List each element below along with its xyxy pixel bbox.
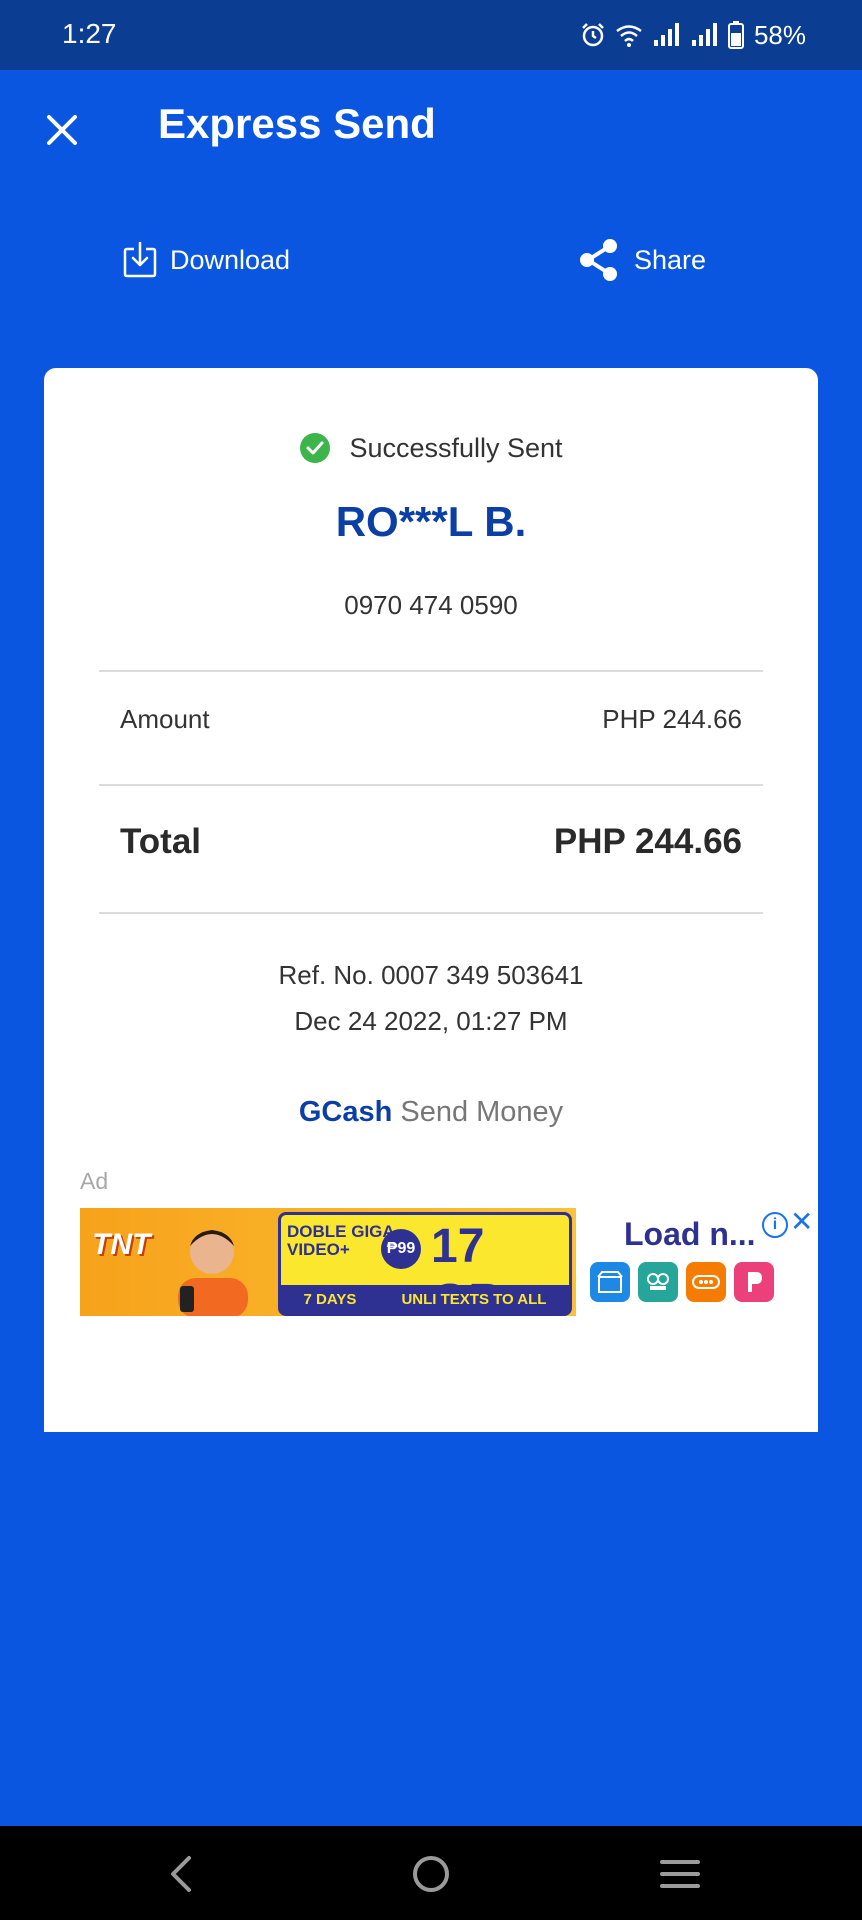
- share-button[interactable]: Share: [576, 232, 706, 288]
- ad-side-title: Load n...: [624, 1216, 756, 1252]
- share-icon: [580, 239, 617, 281]
- check-circle-icon: [300, 433, 331, 463]
- recipient-name: RO***L B.: [335, 498, 527, 545]
- app-icon: [734, 1262, 774, 1302]
- total-label: Total: [120, 822, 202, 861]
- battery-icon: [727, 21, 744, 49]
- menu-icon: [660, 1860, 700, 1888]
- divider: [99, 784, 763, 786]
- status-icons: 58%: [580, 16, 806, 54]
- receipt-actions: Download Share: [0, 232, 862, 288]
- close-icon: [47, 115, 77, 145]
- battery-percentage: 58%: [753, 19, 806, 50]
- total-row: Total PHP 244.66: [120, 822, 742, 862]
- share-label: Share: [634, 244, 707, 275]
- send-money-label: Send Money: [400, 1096, 564, 1128]
- signal-icon: [653, 23, 679, 46]
- ad-brand-logo: TNT: [92, 1228, 151, 1261]
- app-header: Express Send: [0, 70, 862, 190]
- brand-line: GCash Send Money: [44, 1096, 818, 1129]
- total-value: PHP 244.66: [553, 822, 742, 861]
- home-icon: [413, 1856, 449, 1892]
- success-status: Successfully Sent: [44, 432, 818, 464]
- wifi-icon: [616, 25, 642, 47]
- ad-headline: DOBLE GIGA VIDEO+: [287, 1222, 395, 1259]
- receipt-zigzag-edge: [44, 1420, 818, 1432]
- ad-promo-box: DOBLE GIGA VIDEO+ ₱99 17 GB 7 DAYS UNLI …: [278, 1212, 572, 1316]
- signal-icon: [691, 23, 717, 46]
- ad-info-icon[interactable]: i: [762, 1212, 788, 1238]
- ad-banner[interactable]: TNT DOBLE GIGA VIDEO+ ₱99 17 GB 7 DAYS U…: [80, 1208, 576, 1316]
- app-icon: [638, 1262, 678, 1302]
- amount-row: Amount PHP 244.66: [120, 704, 742, 735]
- ad-footer-texts: UNLI TEXTS TO ALL: [401, 1290, 547, 1308]
- nav-back-button[interactable]: [154, 1848, 210, 1900]
- ad-side-panel[interactable]: Load n... i ✕: [584, 1206, 814, 1316]
- ad-footer-days: 7 DAYS: [303, 1290, 357, 1308]
- alarm-icon: [582, 23, 604, 47]
- ad-label: Ad: [80, 1168, 109, 1194]
- dial-code-icon: [686, 1262, 726, 1302]
- ad-footer: 7 DAYS UNLI TEXTS TO ALL: [281, 1285, 569, 1313]
- ad-price-badge: ₱99: [381, 1229, 421, 1269]
- download-label: Download: [170, 244, 291, 275]
- divider: [99, 912, 763, 914]
- status-text: Successfully Sent: [349, 432, 563, 463]
- store-icon: [590, 1262, 630, 1302]
- transaction-datetime: Dec 24 2022, 01:27 PM: [294, 1006, 568, 1036]
- reference-number: Ref. No. 0007 349 503641: [278, 960, 584, 990]
- nav-home-button[interactable]: [403, 1848, 459, 1900]
- ad-person-image: [178, 1230, 248, 1316]
- ad-close-icon[interactable]: ✕: [790, 1208, 813, 1236]
- download-icon: [123, 241, 157, 278]
- gcash-brand: GCash: [298, 1096, 393, 1128]
- nav-recents-button[interactable]: [652, 1848, 708, 1900]
- ad-app-icons: [590, 1262, 774, 1302]
- amount-value: PHP 244.66: [602, 704, 742, 734]
- receipt-card: Successfully Sent RO***L B. 0970 474 059…: [44, 368, 818, 1432]
- divider: [99, 670, 763, 672]
- system-nav-bar: [0, 1826, 862, 1920]
- status-time: 1:27: [62, 18, 117, 49]
- recipient-phone: 0970 474 0590: [344, 590, 518, 620]
- status-bar: 1:27 58%: [0, 0, 862, 70]
- page-title: Express Send: [158, 100, 436, 147]
- amount-label: Amount: [120, 704, 210, 734]
- download-button[interactable]: Download: [122, 232, 290, 288]
- back-icon: [171, 1856, 191, 1892]
- close-button[interactable]: [38, 106, 86, 154]
